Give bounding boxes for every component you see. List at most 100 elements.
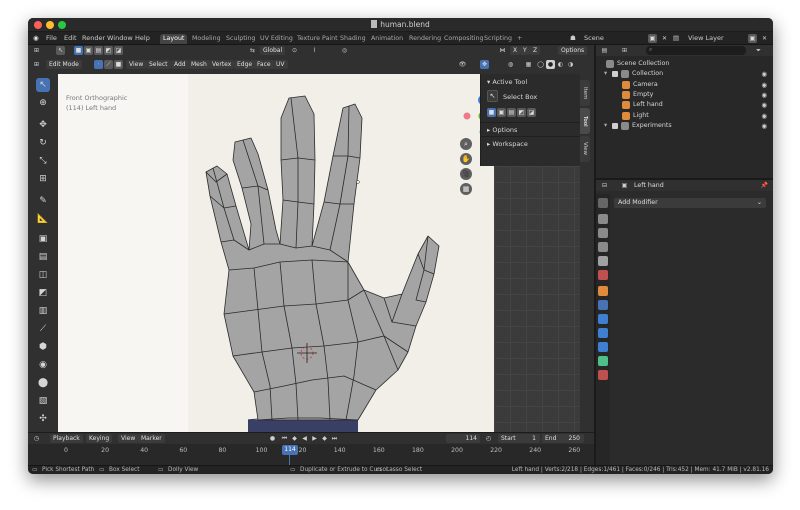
rotate-tool-icon[interactable]: ↻ [36,136,50,150]
menu-vertex[interactable]: Vertex [209,60,235,69]
object-data-icon[interactable]: ▣ [620,181,629,190]
menu-uv[interactable]: UV [273,60,288,69]
vertex-select-icon[interactable]: ⋅ [94,60,103,69]
particle-properties-icon[interactable] [598,314,608,324]
tab-layout[interactable]: Layout [160,34,188,44]
outliner-editor-type-icon[interactable]: ▤ [600,46,609,55]
select-invert-icon[interactable]: ◩ [104,46,113,55]
visibility-eye-icon[interactable]: ◉ [761,91,767,99]
outliner-row[interactable]: Left hand ◉ [596,100,773,110]
extrude-tool-icon[interactable]: ▤ [36,250,50,264]
physics-properties-icon[interactable] [598,328,608,338]
camera-view-icon[interactable]: 🎥 [460,168,472,180]
outliner-row[interactable]: Empty ◉ [596,90,773,100]
poly-build-tool-icon[interactable]: ⬢ [36,340,50,354]
viewport-canvas[interactable]: X Z [58,74,494,432]
proportional-edit-icon[interactable]: ◎ [340,46,349,55]
menu-select[interactable]: Select [146,60,171,69]
tab-texture-paint[interactable]: Texture Paint [294,34,341,44]
visibility-eye-icon[interactable]: ◉ [761,101,767,109]
mirror-y-toggle[interactable]: Y [520,46,530,55]
display-mode-icon[interactable]: ⊞ [620,46,629,55]
filter-icon[interactable]: ⏷ [754,46,763,55]
outliner-row[interactable]: Camera ◉ [596,80,773,90]
np-select-new-icon[interactable]: ■ [487,108,496,117]
keying-menu[interactable]: Keying [86,434,113,443]
tab-compositing[interactable]: Compositing [441,34,486,44]
select-box-tool-icon[interactable]: ↖ [36,78,50,92]
workspace-subpanel[interactable]: ▸ Workspace [487,140,528,148]
tab-view[interactable]: View [580,136,590,162]
bevel-tool-icon[interactable]: ◩ [36,286,50,300]
np-select-extend-icon[interactable]: ▣ [497,108,506,117]
tab-tool[interactable]: Tool [580,108,590,134]
delete-view-layer-icon[interactable]: ✕ [760,34,769,43]
shrink-fatten-tool-icon[interactable]: ✣ [36,412,50,426]
timeline-ruler[interactable]: 0 20 40 60 80 100 120 140 160 180 200 220 240 260 114 [28,444,594,466]
record-icon[interactable]: ● [268,434,277,443]
scene-icon[interactable]: ☗ [570,34,576,42]
marker-menu[interactable]: Marker [138,434,165,443]
end-frame-field[interactable]: End 250 [542,434,584,443]
start-frame-field[interactable]: Start 1 [498,434,540,443]
next-keyframe-icon[interactable]: ◆ [320,434,329,443]
select-tweak-icon[interactable]: ↖ [56,46,65,55]
cursor-tool-icon[interactable]: ⊕ [36,96,50,110]
options-subpanel[interactable]: ▸ Options [487,126,517,134]
menu-window[interactable]: Window [107,34,133,42]
shading-wireframe-icon[interactable]: ◯ [536,60,545,69]
menu-add[interactable]: Add [171,60,189,69]
add-modifier-dropdown[interactable]: Add Modifier ⌄ [614,198,766,208]
select-intersect-icon[interactable]: ◪ [114,46,123,55]
np-select-subtract-icon[interactable]: ▤ [507,108,516,117]
object-data-properties-icon[interactable] [598,356,608,366]
pivot-point-icon[interactable]: ⊙ [290,46,299,55]
gizmo-neg-x-axis[interactable] [463,112,471,120]
menu-view[interactable]: View [126,60,147,69]
viewport-grid-area[interactable] [494,166,580,432]
np-select-invert-icon[interactable]: ◩ [517,108,526,117]
jump-end-icon[interactable]: ⏭ [330,434,339,443]
pan-hand-icon[interactable]: ✋ [460,153,472,165]
outliner-search-input[interactable]: ⌕ [646,46,746,55]
outliner-row[interactable]: ▾ Collection ◉ [596,69,773,79]
material-properties-icon[interactable] [598,370,608,380]
modifier-properties-icon[interactable] [598,300,608,310]
mirror-z-toggle[interactable]: Z [530,46,541,55]
scene-name[interactable]: Scene [584,34,604,42]
edge-select-icon[interactable]: ⟋ [104,60,113,69]
shading-material-icon[interactable]: ◐ [556,60,565,69]
playhead-indicator[interactable]: 114 [282,445,298,455]
current-frame-field[interactable]: 114 [446,434,480,443]
visibility-eye-icon[interactable]: ◉ [761,81,767,89]
editor-type-icon-2[interactable]: ⊞ [32,60,41,69]
menu-face[interactable]: Face [254,60,274,69]
new-view-layer-icon[interactable]: ▣ [748,34,757,43]
visibility-eye-icon[interactable]: ◉ [761,112,767,120]
editor-type-icon[interactable]: ⊞ [32,46,41,55]
xray-icon[interactable]: ▦ [524,60,533,69]
output-properties-icon[interactable] [598,228,608,238]
3d-viewport[interactable]: X Z Front Orthographic (114) Left hand ⌕… [58,74,494,432]
tab-shading[interactable]: Shading [337,34,369,44]
zoom-icon[interactable]: ⌕ [460,138,472,150]
spin-tool-icon[interactable]: ◉ [36,358,50,372]
pin-icon[interactable]: 📌 [760,181,769,190]
selected-vertex[interactable] [356,180,360,184]
menu-edge[interactable]: Edge [234,60,256,69]
visibility-icon[interactable]: 👁 [458,60,467,69]
outliner-row[interactable]: Scene Collection [596,59,773,69]
delete-scene-icon[interactable]: ✕ [660,34,669,43]
play-reverse-icon[interactable]: ◀ [300,434,309,443]
tab-sculpting[interactable]: Sculpting [223,34,258,44]
play-icon[interactable]: ▶ [310,434,319,443]
transform-tool-icon[interactable]: ⊞ [36,172,50,186]
object-properties-icon[interactable] [598,286,608,296]
outliner-row[interactable]: Light ◉ [596,111,773,121]
menu-help[interactable]: Help [135,34,150,42]
playback-menu[interactable]: Playback [50,434,83,443]
smooth-tool-icon[interactable]: ⬤ [36,376,50,390]
visibility-eye-icon[interactable]: ◉ [761,70,767,78]
move-tool-icon[interactable]: ✥ [36,118,50,132]
gizmo-toggle-icon[interactable]: ✥ [480,60,489,69]
